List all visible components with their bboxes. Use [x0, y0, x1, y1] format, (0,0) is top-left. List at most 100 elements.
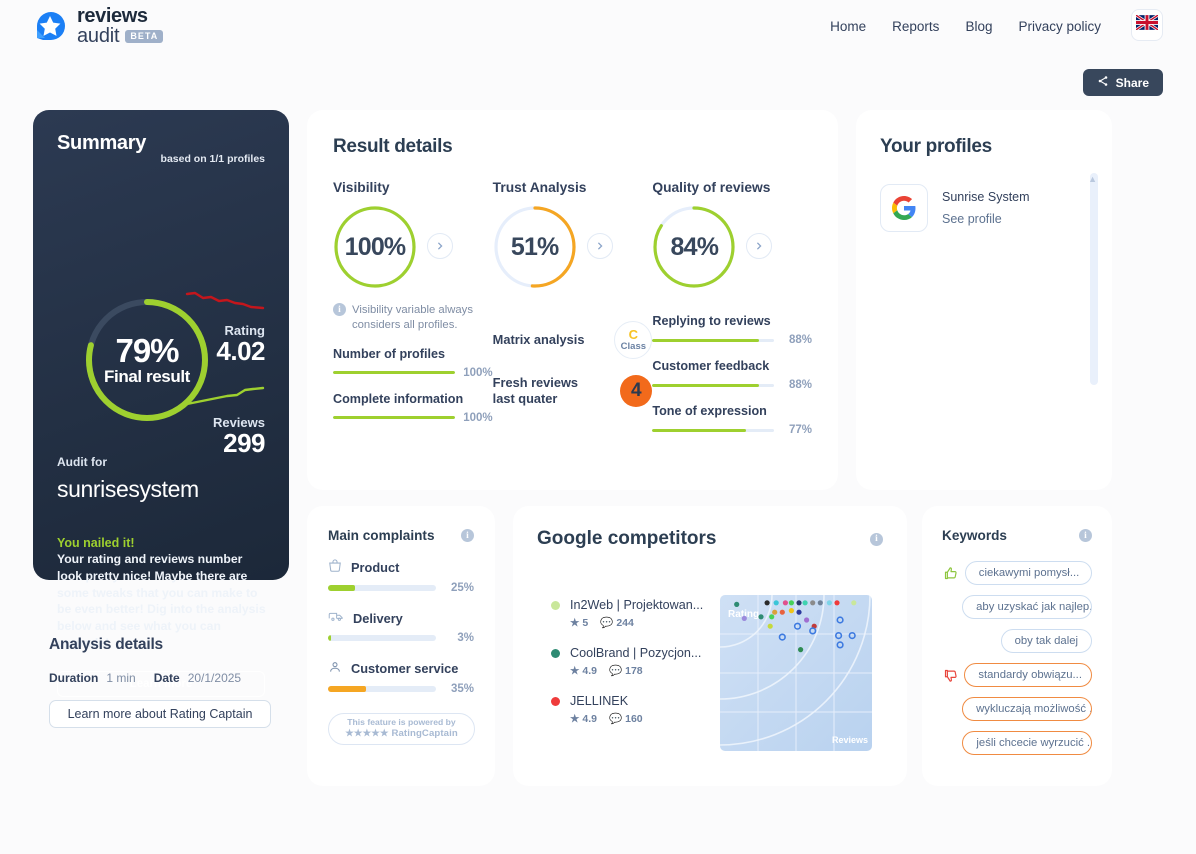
reviews-sparkline-block: Reviews 299 [185, 380, 266, 457]
scatter-point [796, 600, 802, 606]
nav-item-home[interactable]: Home [830, 19, 866, 34]
profiles-scrollbar[interactable] [1090, 173, 1098, 385]
result-details-title: Result details [333, 136, 453, 157]
metric-value: 77% [788, 424, 813, 436]
keyword-pill-positive[interactable]: ciekawymi pomysł... [964, 561, 1092, 585]
powered-by-text: This feature is powered by [347, 716, 456, 727]
scroll-up-icon[interactable]: ▲ [1088, 174, 1097, 184]
scatter-point [769, 614, 775, 620]
audit-for-name: sunrisesystem [57, 476, 199, 502]
metric-label: Complete information [333, 391, 464, 406]
competitor-color-dot [551, 600, 560, 610]
matrix-class-word: Class [620, 341, 647, 352]
share-button-label: Share [1115, 75, 1149, 90]
info-icon[interactable]: i [1079, 529, 1092, 542]
metric-tone-of-expression: Tone of expression 77% [652, 404, 812, 436]
google-icon [880, 184, 928, 232]
complaint-label: Delivery [353, 610, 403, 626]
keyword-pill-positive[interactable]: oby tak dalej [1000, 629, 1092, 653]
visibility-ring: 100% [333, 205, 417, 289]
metric-label: Number of profiles [333, 346, 445, 361]
trust-analysis-percent: 51% [510, 232, 559, 261]
google-competitors-card: Google competitors i In2Web | Projektowa… [513, 506, 907, 786]
keyword-pill-positive[interactable]: aby uzyskać jak najlep... [962, 595, 1092, 619]
scatter-point [804, 617, 810, 623]
main-complaints-title: Main complaints [328, 528, 435, 543]
competitor-rating: 4.9 [582, 664, 598, 677]
chevron-right-icon [597, 242, 603, 250]
nav-item-reports[interactable]: Reports [892, 19, 939, 34]
competitor-row[interactable]: JELLINEK ★ 4.9 💬 160 [551, 694, 741, 725]
star-icon: ★ [570, 664, 580, 677]
visibility-percent: 100% [344, 232, 407, 261]
person-icon [328, 660, 342, 677]
profile-see-profile-link[interactable]: See profile [942, 212, 1030, 226]
star-icon: ★ [570, 616, 580, 629]
brand-logo[interactable]: reviews audit BETA [33, 6, 164, 46]
scatter-point [788, 608, 794, 614]
scatter-point [798, 647, 804, 653]
metric-replying-to-reviews: Replying to reviews 88% [652, 314, 812, 346]
matrix-class-letter: C [628, 327, 639, 342]
rating-value: 4.02 [216, 336, 265, 366]
fresh-reviews-label: Fresh reviews last quater [492, 375, 579, 406]
metric-complete-information: Complete information 100% [333, 392, 493, 424]
metric-bar [652, 428, 775, 432]
info-icon[interactable]: i [870, 532, 883, 546]
nav-item-privacy-policy[interactable]: Privacy policy [1018, 19, 1101, 34]
keyword-row-negative: jeśli chcecie wyrzucić ... [942, 731, 1092, 755]
thumbs-up-icon [942, 566, 959, 581]
info-icon[interactable]: i [461, 529, 474, 542]
analysis-details-title: Analysis details [49, 636, 163, 653]
result-column-quality-of-reviews: Quality of reviews 84% Replying to revie… [652, 180, 812, 436]
rating-captain-learn-more-button[interactable]: Learn more about Rating Captain [49, 700, 271, 728]
complaint-bar [328, 585, 436, 591]
scatter-point [834, 600, 840, 606]
reviews-audit-logo-icon [33, 8, 69, 44]
quality-of-reviews-details-button[interactable] [746, 233, 773, 259]
comment-icon: 💬 [600, 617, 614, 629]
quality-of-reviews-percent: 84% [670, 232, 719, 261]
info-icon: i [333, 303, 346, 316]
comment-icon: 💬 [609, 665, 623, 677]
competitor-reviews: 160 [625, 712, 643, 725]
complaint-bar [328, 635, 436, 641]
final-result-label: Final result [104, 366, 190, 386]
final-result-percent: 79% [115, 331, 179, 369]
complaint-item-delivery: Delivery 3% [328, 610, 474, 644]
language-switcher[interactable] [1131, 9, 1163, 41]
visibility-note-text: Visibility variable always considers all… [352, 304, 473, 332]
uk-flag-icon [1135, 13, 1159, 35]
chevron-right-icon [757, 242, 762, 250]
keyword-pill-negative[interactable]: standardy obwiązu... [964, 663, 1092, 687]
keyword-pill-negative[interactable]: wykluczają możliwość ... [962, 697, 1092, 721]
visibility-note: i Visibility variable always considers a… [333, 303, 493, 334]
your-profiles-title: Your profiles [880, 136, 992, 157]
scatter-point [802, 600, 808, 606]
competitor-color-dot [551, 648, 560, 658]
summary-based-on: based on 1/1 profiles [160, 153, 265, 165]
nav-item-blog[interactable]: Blog [965, 19, 992, 34]
competitor-row[interactable]: CoolBrand | Pozycjon... ★ 4.9 💬 178 [551, 646, 741, 677]
powered-by-rating-captain-badge: This feature is powered by ★★★★★ RatingC… [328, 713, 475, 745]
profile-list-item: Sunrise System See profile [880, 184, 1088, 232]
metric-value: 100% [463, 411, 493, 424]
visibility-details-button[interactable] [427, 233, 453, 259]
fresh-reviews-badge: 4 [620, 375, 653, 407]
share-button[interactable]: Share [1082, 69, 1163, 96]
trust-analysis-details-button[interactable] [586, 233, 613, 259]
keyword-pill-negative[interactable]: jeśli chcecie wyrzucić ... [962, 731, 1092, 755]
date-value: 20/1/2025 [187, 671, 242, 685]
scatter-point [734, 601, 740, 607]
scatter-point [741, 615, 747, 621]
complaint-label: Customer service [351, 661, 459, 676]
reviews-audit-report-page: reviews audit BETA Home Reports Blog Pri… [0, 0, 1196, 854]
complaint-bar [328, 686, 436, 692]
competitor-row[interactable]: In2Web | Projektowan... ★ 5 💬 244 [551, 598, 741, 629]
scatter-point [817, 600, 823, 606]
result-column-visibility: Visibility 100% i Visibility variable al… [333, 180, 493, 436]
chevron-right-icon [437, 242, 443, 250]
trust-analysis-ring: 51% [493, 205, 577, 289]
reviews-sparkline-icon [185, 386, 265, 406]
visibility-title: Visibility [333, 180, 390, 195]
